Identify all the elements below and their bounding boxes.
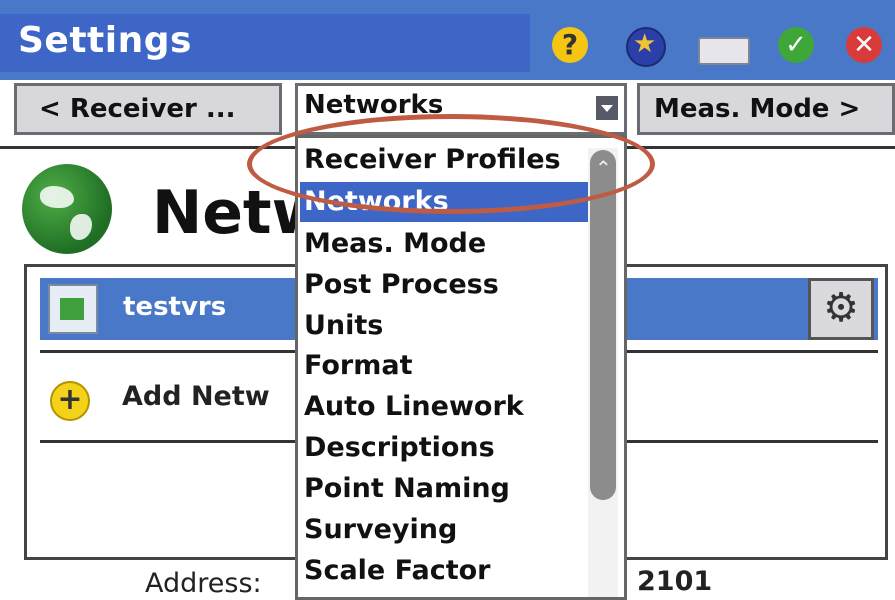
favorites-star-icon[interactable] [626, 27, 666, 67]
gear-icon[interactable]: ⚙ [808, 278, 874, 340]
add-network-button[interactable]: Add Netw [122, 381, 298, 412]
dropdown-item-meas-mode[interactable]: Meas. Mode [300, 224, 592, 264]
accept-check-icon[interactable]: ✓ [778, 27, 814, 63]
keyboard-icon[interactable] [698, 37, 750, 65]
address-label: Address: [145, 568, 262, 599]
dropdown-item-format[interactable]: Format [300, 346, 592, 386]
chevron-down-icon[interactable] [596, 96, 618, 120]
dropdown-item-descriptions[interactable]: Descriptions [300, 428, 592, 468]
dropdown-item-auto-linework[interactable]: Auto Linework [300, 387, 592, 427]
close-icon[interactable]: ✕ [846, 27, 882, 63]
window-title: Settings [18, 20, 192, 61]
globe-icon [22, 164, 112, 254]
dropdown-item-units[interactable]: Units [300, 306, 592, 346]
dropdown-item-surveying[interactable]: Surveying [300, 510, 592, 550]
previous-page-button[interactable]: < Receiver ... [14, 83, 282, 135]
highlight-ellipse [247, 114, 655, 214]
dropdown-scrollbar-thumb[interactable] [590, 150, 616, 500]
dropdown-item-post-process[interactable]: Post Process [300, 265, 592, 305]
list-item-label: testvrs [123, 292, 227, 322]
dropdown-item-scale-factor[interactable]: Scale Factor [300, 551, 592, 591]
address-value: 2101 [637, 566, 713, 597]
add-icon[interactable]: + [50, 381, 90, 421]
dropdown-item-point-naming[interactable]: Point Naming [300, 469, 592, 509]
network-icon [48, 284, 98, 334]
next-page-button[interactable]: Meas. Mode > [637, 83, 895, 135]
title-bar: Settings ? ✓ ✕ [0, 0, 895, 80]
help-icon[interactable]: ? [552, 27, 588, 63]
